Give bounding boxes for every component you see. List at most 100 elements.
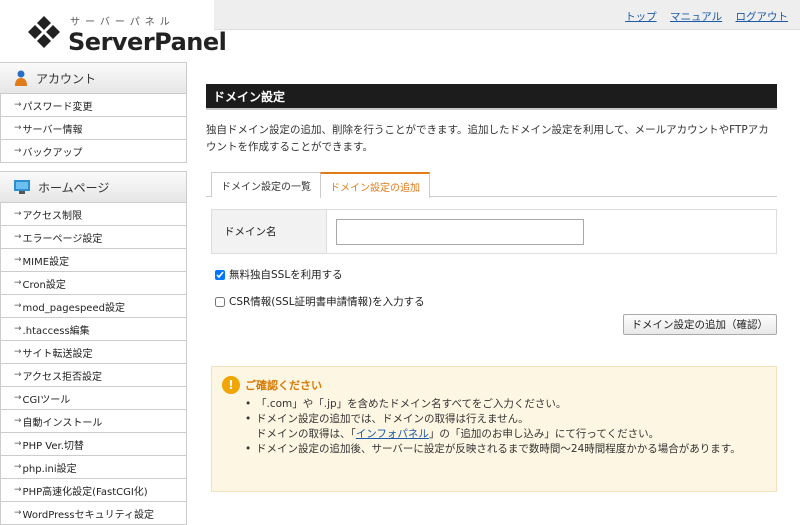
sidebar-item-label: 自動インストール (22, 417, 103, 429)
sidebar-item-label: パスワード変更 (22, 101, 93, 113)
sidebar-section-title: ホームページ (38, 180, 110, 195)
sidebar-item-label: MIME設定 (22, 256, 70, 268)
domain-name-input[interactable] (336, 218, 584, 245)
arrow-icon: → (14, 485, 22, 495)
notice-list: 「.com」や「.jp」を含めたドメイン名すべてをご入力ください。 ドメイン設定… (245, 397, 766, 457)
csr-option[interactable]: CSR情報(SSL証明書申請情報)を入力する (215, 294, 777, 309)
sidebar-item-label: エラーページ設定 (22, 233, 103, 245)
sidebar-item[interactable]: → Cron設定 (1, 272, 186, 295)
arrow-icon: → (14, 232, 22, 242)
sidebar-item[interactable]: → .htaccess編集 (1, 318, 186, 341)
arrow-icon: → (14, 278, 22, 288)
domain-name-label: ドメイン名 (212, 210, 327, 253)
sidebar-item[interactable]: → PHP高速化設定(FastCGI化) (1, 479, 186, 502)
sidebar-item[interactable]: → PHP Ver.切替 (1, 433, 186, 456)
csr-checkbox[interactable] (215, 296, 225, 307)
arrow-icon: → (14, 347, 22, 357)
domain-input-cell (327, 210, 776, 253)
tab-bar: ドメイン設定の一覧 ドメイン設定の追加 (206, 172, 777, 198)
sidebar-item-label: php.ini設定 (22, 463, 77, 475)
arrow-icon: → (14, 209, 22, 219)
domain-form: ドメイン名 (211, 209, 777, 254)
logo-diamonds-icon (28, 16, 60, 48)
sidebar-item-label: .htaccess編集 (22, 325, 90, 337)
page-title: ドメイン設定 (206, 84, 777, 110)
arrow-icon: → (14, 255, 22, 265)
arrow-icon: → (14, 100, 22, 110)
page-description: 独自ドメイン設定の追加、削除を行うことができます。追加したドメイン設定を利用して… (206, 124, 769, 153)
sidebar-item[interactable]: → WordPressセキュリティ設定 (1, 502, 186, 525)
sidebar-item-backup[interactable]: → バックアップ (1, 140, 186, 163)
manual-link[interactable]: マニュアル (670, 11, 722, 23)
sidebar-homepage-list: → アクセス制限 → エラーページ設定 → MIME設定 → Cron設定 → mod_pages… (0, 203, 187, 525)
logout-link[interactable]: ログアウト (736, 11, 789, 23)
sidebar-item-password[interactable]: → パスワード変更 (1, 94, 186, 117)
tab-domain-list[interactable]: ドメイン設定の一覧 (211, 172, 321, 197)
sidebar-section-account: アカウント (0, 62, 187, 94)
sidebar-item[interactable]: → php.ini設定 (1, 456, 186, 479)
notice-text: 「.com」や「.jp」を含めたドメイン名すべてをご入力ください。 (256, 398, 567, 410)
csr-label: CSR情報(SSL証明書申請情報)を入力する (229, 296, 425, 308)
ssl-option[interactable]: 無料独自SSLを利用する (215, 267, 777, 282)
sidebar-section-title: アカウント (36, 71, 97, 86)
sidebar-item[interactable]: → CGIツール (1, 387, 186, 410)
tab-domain-add[interactable]: ドメイン設定の追加 (320, 172, 430, 198)
top-link[interactable]: トップ (625, 11, 657, 23)
arrow-icon: → (14, 301, 22, 311)
sidebar-item[interactable]: → サイト転送設定 (1, 341, 186, 364)
notice-item: ドメイン設定の追加では、ドメインの取得は行えません。 ドメインの取得は、「インフ… (245, 412, 766, 442)
ssl-checkbox[interactable] (215, 269, 225, 280)
sidebar-item-label: サイト転送設定 (22, 348, 93, 360)
sidebar: アカウント → パスワード変更 → サーバー情報 → バックアップ ホームページ → ア… (0, 62, 187, 525)
sidebar-item-label: バックアップ (22, 147, 83, 159)
sidebar-item-server-info[interactable]: → サーバー情報 (1, 117, 186, 140)
sidebar-item[interactable]: → アクセス制限 (1, 203, 186, 226)
logo-title: ServerPanel (68, 28, 227, 56)
notice-text: ドメインの取得は、「 (256, 428, 356, 440)
sidebar-item[interactable]: → 自動インストール (1, 410, 186, 433)
sidebar-item[interactable]: → mod_pagespeed設定 (1, 295, 186, 318)
sidebar-item-label: CGIツール (22, 394, 71, 406)
notice-text: ドメイン設定の追加後、サーバーに設定が反映されるまで数時間〜24時間程度かかる場… (256, 443, 741, 455)
sidebar-item-label: Cron設定 (22, 279, 66, 291)
user-icon (15, 70, 27, 86)
notice-title: ご確認ください (245, 379, 322, 392)
arrow-icon: → (14, 508, 22, 518)
notice-text-line: ドメインの取得は、「インフォパネル」の「追加のお申し込み」にて行ってください。 (256, 427, 766, 442)
notice-header: ! ご確認ください (222, 376, 766, 394)
add-domain-confirm-button[interactable]: ドメイン設定の追加（確認） (622, 314, 777, 335)
arrow-icon: → (14, 324, 22, 334)
arrow-icon: → (14, 123, 22, 133)
arrow-icon: → (14, 462, 22, 472)
sidebar-item[interactable]: → MIME設定 (1, 249, 186, 272)
notice-text: 」の「追加のお申し込み」にて行ってください。 (428, 428, 660, 440)
arrow-icon: → (14, 439, 22, 449)
info-panel-link[interactable]: インフォパネル (356, 428, 429, 440)
main-content: ドメイン設定 独自ドメイン設定の追加、削除を行うことができます。追加したドメイン… (206, 84, 777, 492)
logo[interactable]: サーバーパネル ServerPanel (0, 0, 227, 62)
notice-text: ドメイン設定の追加では、ドメインの取得は行えません。 (256, 413, 529, 425)
top-links: トップ マニュアル ログアウト (615, 9, 788, 24)
arrow-icon: → (14, 146, 22, 156)
sidebar-item-label: WordPressセキュリティ設定 (22, 509, 154, 521)
sidebar-item-label: アクセス制限 (22, 210, 83, 222)
sidebar-item-label: PHP Ver.切替 (22, 440, 84, 452)
arrow-icon: → (14, 393, 22, 403)
notice-item: 「.com」や「.jp」を含めたドメイン名すべてをご入力ください。 (245, 397, 766, 412)
arrow-icon: → (14, 370, 22, 380)
top-bar: トップ マニュアル ログアウト (214, 0, 800, 30)
warning-icon: ! (222, 376, 240, 394)
arrow-icon: → (14, 416, 22, 426)
sidebar-item[interactable]: → エラーページ設定 (1, 226, 186, 249)
sidebar-item[interactable]: → アクセス拒否設定 (1, 364, 186, 387)
sidebar-item-label: mod_pagespeed設定 (22, 302, 125, 314)
sidebar-account-list: → パスワード変更 → サーバー情報 → バックアップ (0, 94, 187, 163)
sidebar-item-label: アクセス拒否設定 (22, 371, 103, 383)
notice-item: ドメイン設定の追加後、サーバーに設定が反映されるまで数時間〜24時間程度かかる場… (245, 442, 766, 457)
monitor-icon (14, 180, 30, 194)
sidebar-item-label: サーバー情報 (22, 124, 83, 136)
sidebar-item-label: PHP高速化設定(FastCGI化) (22, 486, 148, 498)
sidebar-section-homepage: ホームページ (0, 171, 187, 203)
ssl-label: 無料独自SSLを利用する (229, 269, 343, 281)
notice-box: ! ご確認ください 「.com」や「.jp」を含めたドメイン名すべてをご入力くだ… (211, 366, 777, 492)
